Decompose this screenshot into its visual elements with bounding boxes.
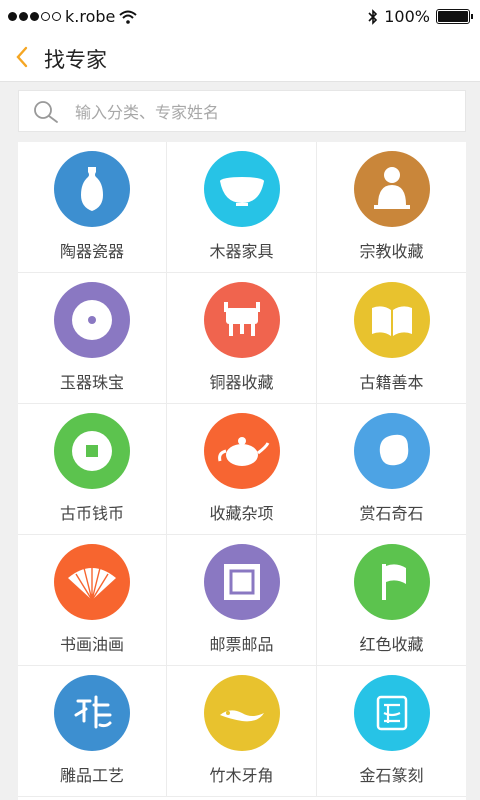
category-label: 古籍善本 [359,373,424,392]
category-label: 邮票邮品 [209,635,274,654]
category-label: 古币钱币 [59,504,124,523]
bluetooth-icon [368,8,378,25]
category-item[interactable]: 宗教收藏 [317,142,466,273]
category-label: 宗教收藏 [359,242,424,261]
search-icon [34,101,58,123]
category-item[interactable]: 玉器珠宝 [18,273,167,404]
vase-icon [54,151,130,227]
battery-percent: 100% [384,7,430,26]
carrier-info: k.robe [8,7,138,26]
carrier-name: k.robe [65,7,116,26]
status-bar: k.robe 100% [0,0,480,34]
category-label: 玉器珠宝 [59,373,124,392]
category-label: 木器家具 [209,242,274,261]
book-icon [353,282,430,358]
page-title: 找专家 [44,48,107,72]
battery-fill [438,11,468,22]
calligraphy-icon [54,675,130,751]
search-input[interactable] [75,99,445,125]
category-item[interactable]: 收藏杂项 [167,404,317,535]
category-item[interactable]: 铜器收藏 [167,273,317,404]
bowl-icon [203,151,280,227]
category-grid: 陶器瓷器 木器家具 宗教收藏玉器珠宝 铜器收藏 古籍善本古币钱币 收藏杂项 赏石奇石书画油画… [18,142,466,800]
buddha-icon [353,151,430,227]
stone-icon [353,413,430,489]
category-item[interactable]: 木器家具 [167,142,317,273]
search-bar[interactable] [18,90,466,132]
horn-icon [203,675,280,751]
category-label: 雕品工艺 [59,766,124,785]
category-label: 金石篆刻 [359,766,424,785]
category-label: 收藏杂项 [209,504,274,523]
navigation-bar: 找专家 [0,34,480,82]
category-item[interactable]: 邮票邮品 [167,535,317,666]
category-label: 竹木牙角 [209,766,274,785]
back-button[interactable] [14,42,36,72]
bronze-ding-icon [203,282,280,358]
category-label: 赏石奇石 [359,504,424,523]
category-item[interactable]: 金石篆刻 [317,666,466,797]
category-item[interactable]: 赏石奇石 [317,404,466,535]
coin-icon [54,413,130,489]
signal-icon [8,12,61,21]
teapot-icon [203,413,280,489]
battery-icon [436,9,473,24]
fan-icon [54,544,130,620]
jade-disc-icon [54,282,130,358]
chevron-left-icon [16,46,28,68]
category-label: 陶器瓷器 [59,242,124,261]
seal-icon [353,675,430,751]
stamp-icon [203,544,280,620]
category-item[interactable]: 雕品工艺 [18,666,167,797]
category-item[interactable]: 古籍善本 [317,273,466,404]
flag-icon [353,544,430,620]
status-right: 100% [368,7,473,26]
category-item[interactable]: 红色收藏 [317,535,466,666]
category-label: 铜器收藏 [209,373,274,392]
category-item[interactable]: 竹木牙角 [167,666,317,797]
category-label: 红色收藏 [359,635,424,654]
category-label: 书画油画 [59,635,124,654]
category-item[interactable]: 陶器瓷器 [18,142,167,273]
category-item[interactable]: 古币钱币 [18,404,167,535]
category-item[interactable]: 书画油画 [18,535,167,666]
wifi-icon [119,10,138,24]
